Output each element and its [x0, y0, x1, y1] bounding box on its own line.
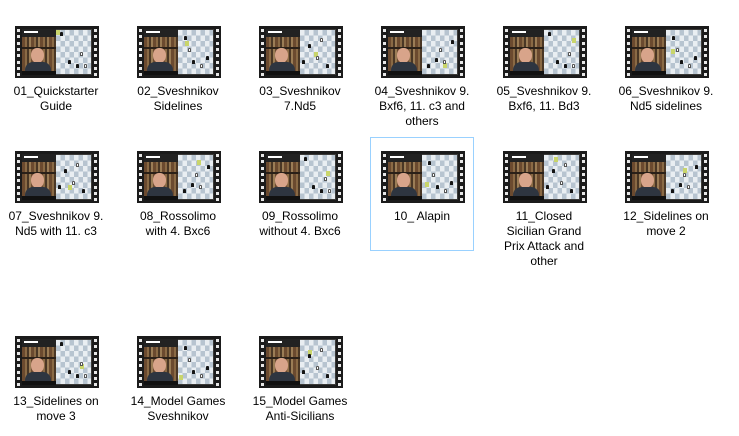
file-name-label: 09_Rossolimo without 4. Bxc6	[249, 209, 351, 239]
file-name-label: 13_Sidelines on move 3	[5, 394, 107, 424]
file-item[interactable]: 08_Rossolimo with 4. Bxc6	[126, 137, 230, 251]
file-name-label: 05_Sveshnikov 9. Bxf6, 11. Bd3	[493, 84, 595, 114]
video-file-icon	[625, 26, 709, 78]
file-name-line: 15_Model Games	[252, 394, 348, 408]
file-item[interactable]: 04_Sveshnikov 9. Bxf6, 11. c3 and others	[370, 12, 474, 129]
video-file-icon	[503, 151, 587, 203]
file-name-line: 02_Sveshnikov	[137, 84, 219, 98]
file-name-line: 10_ Alapin	[393, 209, 451, 223]
file-item[interactable]: 11_Closed Sicilian Grand Prix Attack and ot…	[492, 137, 596, 268]
file-name-line: with 4. Bxc6	[145, 224, 211, 238]
video-file-icon	[137, 336, 221, 388]
video-file-icon	[15, 151, 99, 203]
file-name-line: 13_Sidelines on	[13, 394, 99, 408]
video-file-icon	[15, 336, 99, 388]
file-name-line: 07_Sveshnikov 9.	[8, 209, 104, 223]
file-name-line: 01_Quickstarter	[13, 84, 99, 98]
file-item[interactable]: 14_Model Games Sveshnikov	[126, 322, 230, 436]
file-name-line: Bxf6, 11. c3 and	[379, 99, 465, 113]
file-name-label: 10_ Alapin	[371, 209, 473, 224]
file-name-line: Nd5 sidelines	[629, 99, 703, 113]
file-name-line: move 3	[36, 409, 76, 423]
file-name-line: 04_Sveshnikov 9.	[374, 84, 470, 98]
file-name-label: 07_Sveshnikov 9. Nd5 with 11. c3	[5, 209, 107, 239]
file-item[interactable]: 15_Model Games Anti-Sicilians	[248, 322, 352, 436]
file-name-line: Sicilian Grand	[506, 224, 582, 238]
file-name-line: Bxf6, 11. Bd3	[508, 99, 580, 113]
file-item[interactable]: 03_Sveshnikov 7.Nd5	[248, 12, 352, 126]
video-file-icon	[137, 151, 221, 203]
file-name-label: 06_Sveshnikov 9. Nd5 sidelines	[615, 84, 717, 114]
file-name-label: 01_Quickstarter Guide	[5, 84, 107, 114]
file-item[interactable]: 13_Sidelines on move 3	[4, 322, 108, 436]
file-name-label: 12_Sidelines on move 2	[615, 209, 717, 239]
video-file-icon	[15, 26, 99, 78]
file-name-line: 14_Model Games	[130, 394, 226, 408]
file-item[interactable]: 09_Rossolimo without 4. Bxc6	[248, 137, 352, 251]
video-file-icon	[503, 26, 587, 78]
file-name-label: 03_Sveshnikov 7.Nd5	[249, 84, 351, 114]
file-item[interactable]: 12_Sidelines on move 2	[614, 137, 718, 251]
file-name-line: Guide	[39, 99, 73, 113]
file-name-line: 09_Rossolimo	[261, 209, 339, 223]
video-file-icon	[381, 26, 465, 78]
video-file-icon	[137, 26, 221, 78]
file-name-label: 15_Model Games Anti-Sicilians	[249, 394, 351, 424]
file-name-line: 08_Rossolimo	[139, 209, 217, 223]
video-file-icon	[259, 26, 343, 78]
file-item[interactable]: 06_Sveshnikov 9. Nd5 sidelines	[614, 12, 718, 126]
file-name-line: others	[405, 114, 439, 128]
file-name-line: 12_Sidelines on	[623, 209, 709, 223]
file-name-label: 14_Model Games Sveshnikov	[127, 394, 229, 424]
file-item[interactable]: 05_Sveshnikov 9. Bxf6, 11. Bd3	[492, 12, 596, 126]
file-name-line: Sveshnikov	[147, 409, 209, 423]
video-file-icon	[259, 151, 343, 203]
file-grid: 01_Quickstarter Guide 02_Sveshnikov Sidelin…	[0, 0, 739, 431]
file-name-line: 03_Sveshnikov	[259, 84, 341, 98]
file-name-label: 08_Rossolimo with 4. Bxc6	[127, 209, 229, 239]
file-name-line: Prix Attack and	[503, 239, 585, 253]
file-item[interactable]: 02_Sveshnikov Sidelines	[126, 12, 230, 126]
file-name-line: 11_Closed	[515, 209, 573, 223]
file-name-line: Nd5 with 11. c3	[15, 224, 97, 238]
file-name-line: Anti-Sicilians	[265, 409, 335, 423]
video-file-icon	[381, 151, 465, 203]
file-name-label: 02_Sveshnikov Sidelines	[127, 84, 229, 114]
file-item[interactable]: 07_Sveshnikov 9. Nd5 with 11. c3	[4, 137, 108, 251]
file-name-label: 04_Sveshnikov 9. Bxf6, 11. c3 and others	[371, 84, 473, 129]
file-name-label: 11_Closed Sicilian Grand Prix Attack and ot…	[493, 209, 595, 269]
file-name-line: 06_Sveshnikov 9.	[618, 84, 714, 98]
video-file-icon	[259, 336, 343, 388]
file-name-line: Sidelines	[153, 99, 203, 113]
file-name-line: other	[530, 254, 558, 268]
file-item[interactable]: 10_ Alapin	[370, 137, 474, 251]
video-file-icon	[625, 151, 709, 203]
file-item[interactable]: 01_Quickstarter Guide	[4, 12, 108, 126]
file-name-line: without 4. Bxc6	[259, 224, 341, 238]
file-name-line: 05_Sveshnikov 9.	[496, 84, 592, 98]
file-name-line: move 2	[646, 224, 686, 238]
file-name-line: 7.Nd5	[283, 99, 317, 113]
